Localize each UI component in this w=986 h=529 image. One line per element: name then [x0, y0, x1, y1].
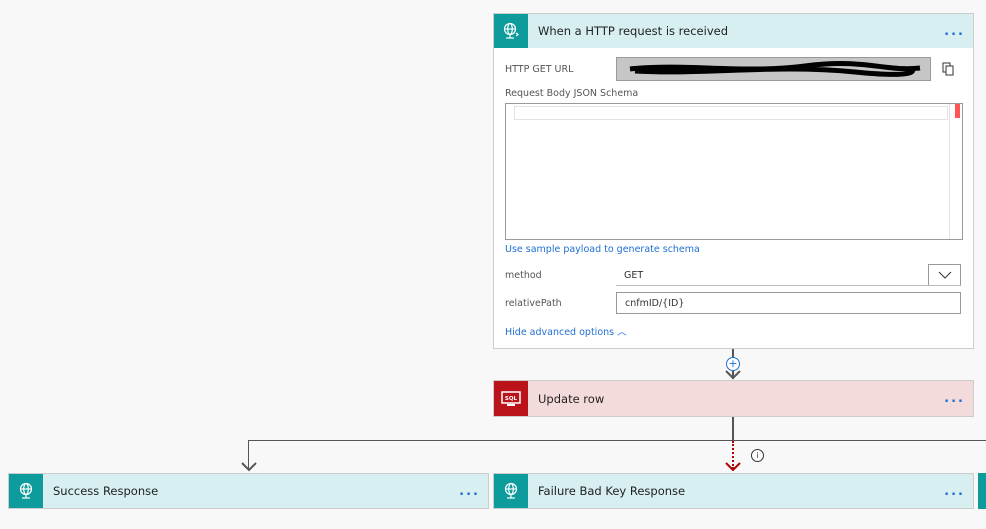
update-row-card[interactable]: SQL Update row ...: [493, 380, 974, 417]
hide-advanced-link[interactable]: Hide advanced options ︿: [505, 324, 627, 338]
add-step-button[interactable]: +: [726, 357, 740, 371]
arrow-head-icon: [241, 462, 257, 472]
schema-label: Request Body JSON Schema: [505, 88, 639, 99]
offscreen-card[interactable]: [978, 473, 986, 509]
redaction-scribble: [629, 61, 921, 77]
more-options-button[interactable]: ...: [944, 391, 965, 406]
globe-request-icon: [494, 14, 528, 48]
method-dropdown[interactable]: GET: [616, 264, 961, 286]
copy-icon[interactable]: [942, 61, 954, 80]
url-label: HTTP GET URL: [505, 64, 574, 75]
editor-line: [514, 106, 948, 120]
chevron-down-icon: [928, 264, 961, 285]
update-row-title: Update row: [538, 391, 605, 406]
trigger-header[interactable]: When a HTTP request is received ...: [494, 14, 973, 48]
schema-editor[interactable]: [505, 103, 963, 240]
globe-response-icon: [9, 474, 43, 508]
url-field[interactable]: [616, 57, 931, 81]
path-label: relativePath: [505, 298, 562, 309]
failure-response-card[interactable]: Failure Bad Key Response ...: [493, 473, 974, 509]
more-options-button[interactable]: ...: [944, 24, 965, 39]
sample-payload-link[interactable]: Use sample payload to generate schema: [505, 244, 700, 255]
trigger-title: When a HTTP request is received: [538, 24, 729, 38]
arrow-head-icon: [725, 370, 741, 380]
success-response-title: Success Response: [53, 484, 159, 498]
svg-text:SQL: SQL: [505, 396, 518, 402]
relative-path-input[interactable]: cnfmID/{ID}: [616, 292, 961, 314]
method-label: method: [505, 270, 542, 281]
failure-arrow-icon: [725, 462, 741, 472]
more-options-button[interactable]: ...: [459, 484, 480, 499]
info-icon[interactable]: i: [751, 449, 764, 462]
editor-scrollbar[interactable]: [955, 104, 960, 118]
globe-response-icon: [494, 474, 528, 508]
failure-response-title: Failure Bad Key Response: [538, 484, 686, 498]
chevron-up-icon: ︿: [617, 327, 627, 338]
more-options-button[interactable]: ...: [944, 484, 965, 499]
trigger-card: When a HTTP request is received ... HTTP…: [493, 13, 974, 349]
success-response-card[interactable]: Success Response ...: [8, 473, 489, 509]
sql-icon: SQL: [494, 381, 528, 416]
